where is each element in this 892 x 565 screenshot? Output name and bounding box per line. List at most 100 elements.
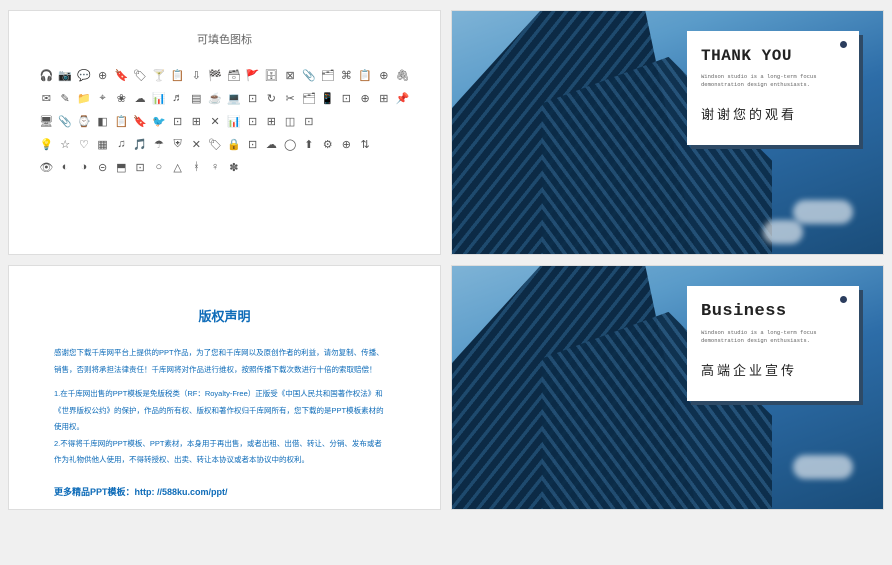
fillable-icon: ⌖ [95,92,110,105]
fillable-icon: 💻 [227,92,242,105]
fillable-icon: 📁 [77,92,92,105]
fillable-icon: 📋 [114,115,129,128]
copyright-line: 作为礼物供他人使用，不得转授权、出卖、转让本协议或者本协议中的权利。 [54,452,395,469]
fillable-icon: 📊 [227,115,242,128]
fillable-icon: 🐦 [152,115,167,128]
fillable-icon: ♀ [208,161,223,174]
copyright-line: 使用权。 [54,419,395,436]
copyright-title: 版权声明 [54,306,395,325]
copyright-link[interactable]: 更多精品PPT模板：http: //588ku.com/ppt/ [54,483,395,503]
fillable-icon: 📱 [320,92,335,105]
fillable-icon: 🗂 [320,69,335,82]
fillable-icon: ⊡ [170,115,185,128]
fillable-icon: ⊞ [264,115,279,128]
fillable-icon: 🖥 [39,115,54,128]
fillable-icon: 📋 [358,69,373,82]
fillable-icon [302,161,317,174]
fillable-icon [377,115,392,128]
thank-subtitle: Windson studio is a long-term focus demo… [701,73,845,88]
dot-icon [840,41,847,48]
slide-business: Business Windson studio is a long-term f… [451,265,884,510]
text-card-business: Business Windson studio is a long-term f… [687,286,859,401]
fillable-icon [395,161,410,174]
cloud-icon [793,455,853,479]
fillable-icon: ⊕ [339,138,354,151]
cloud-icon [793,200,853,224]
fillable-icon [358,115,373,128]
fillable-icon [377,161,392,174]
business-chinese: 高端企业宣传 [701,360,845,379]
slide-thank-you: THANK YOU Windson studio is a long-term … [451,10,884,255]
fillable-icon: ♡ [77,138,92,151]
icon-grid: 🎧📷💬⊕🔖🏷🍸📋⇩🏁🗃🚩🗄⊠📎🗂⌘📋⊕🖇✉✎📁⌖❀☁📊♬▤☕💻⊡↻✂🗂📱⊡⊕⊞📌… [39,69,410,174]
fillable-icon: ⊡ [245,138,260,151]
slide-copyright: 版权声明 感谢您下载千库网平台上提供的PPT作品，为了您和千库网以及原创作者的利… [8,265,441,510]
fillable-icon: 🔒 [227,138,242,151]
fillable-icon: ✎ [58,92,73,105]
fillable-icon: 🍸 [152,69,167,82]
fillable-icon [320,115,335,128]
fillable-icon: ☁ [133,92,148,105]
fillable-icon: ✽ [227,161,242,174]
fillable-icon: ✕ [189,138,204,151]
fillable-icon: ◐ [58,161,73,174]
copyright-line: 感谢您下载千库网平台上提供的PPT作品，为了您和千库网以及原创作者的利益，请勿复… [54,345,395,362]
fillable-icon: ◯ [283,138,298,151]
fillable-icon: ⇩ [189,69,204,82]
fillable-icon [358,161,373,174]
fillable-icon: 🗂 [302,92,317,105]
fillable-icon: ⬆ [302,138,317,151]
fillable-icon: 🎵 [133,138,148,151]
icons-title: 可填色图标 [39,31,410,47]
fillable-icon: ↻ [264,92,279,105]
fillable-icon: ⇅ [358,138,373,151]
fillable-icon: 🏷 [208,138,223,151]
text-card-thank: THANK YOU Windson studio is a long-term … [687,31,859,145]
fillable-icon [264,161,279,174]
fillable-icon: ♬ [170,92,185,105]
fillable-icon: ⊡ [133,161,148,174]
fillable-icon: 🖇 [395,69,410,82]
fillable-icon: ⊠ [283,69,298,82]
fillable-icon: ❀ [114,92,129,105]
fillable-icon: 📌 [395,92,410,105]
fillable-icon: 🗃 [227,69,242,82]
fillable-icon: ▤ [189,92,204,105]
fillable-icon: ⊡ [339,92,354,105]
business-subtitle: Windson studio is a long-term focus demo… [701,329,845,344]
fillable-icon: 🔖 [114,69,129,82]
fillable-icon: ☕ [208,92,223,105]
fillable-icon [377,138,392,151]
fillable-icon: ⊡ [245,115,260,128]
fillable-icon: ✕ [208,115,223,128]
fillable-icon: ☆ [58,138,73,151]
fillable-icon: 🗄 [264,69,279,82]
fillable-icon: ⌚ [77,115,92,128]
slide-icons: 可填色图标 🎧📷💬⊕🔖🏷🍸📋⇩🏁🗃🚩🗄⊠📎🗂⌘📋⊕🖇✉✎📁⌖❀☁📊♬▤☕💻⊡↻✂… [8,10,441,255]
fillable-icon: ◧ [95,115,110,128]
fillable-icon: ⊕ [377,69,392,82]
fillable-icon [395,115,410,128]
copyright-body: 感谢您下载千库网平台上提供的PPT作品，为了您和千库网以及原创作者的利益，请勿复… [54,345,395,502]
fillable-icon: 📷 [58,69,73,82]
business-title: Business [701,302,845,321]
fillable-icon: ☁ [264,138,279,151]
cloud-icon [763,220,803,244]
spacer [54,378,395,386]
fillable-icon: ⊝ [95,161,110,174]
fillable-icon: ⌘ [339,69,354,82]
fillable-icon: ✂ [283,92,298,105]
fillable-icon [395,138,410,151]
fillable-icon: 📊 [152,92,167,105]
fillable-icon: 🎧 [39,69,54,82]
fillable-icon: 📋 [170,69,185,82]
fillable-icon: 💬 [77,69,92,82]
fillable-icon: ᚼ [189,161,204,174]
fillable-icon: ▦ [95,138,110,151]
copyright-line: 2.不得将千库网的PPT模板、PPT素材，本身用于再出售，或者出租、出借、转让、… [54,436,395,453]
fillable-icon: 📎 [302,69,317,82]
fillable-icon: ✉ [39,92,54,105]
copyright-line: 销售，否则将承担法律责任！千库网将对作品进行维权，按照传播下载次数进行十倍的索取… [54,362,395,379]
fillable-icon: ⊞ [377,92,392,105]
fillable-icon: 🏷 [133,69,148,82]
